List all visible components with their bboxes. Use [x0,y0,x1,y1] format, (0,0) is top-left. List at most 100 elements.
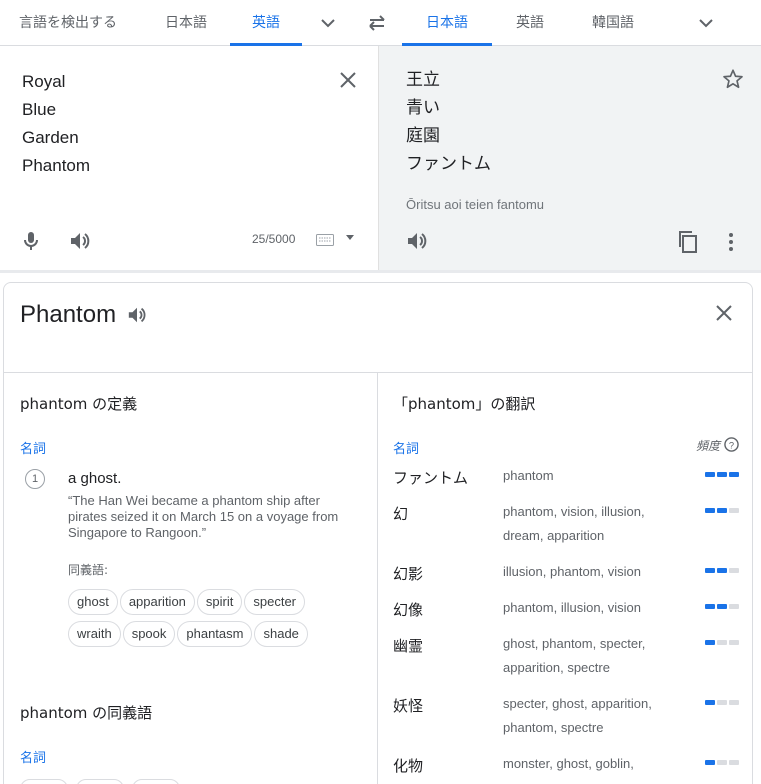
frequency-segment [729,640,739,645]
divider [0,270,761,273]
target-language-menu-icon[interactable] [696,13,716,33]
frequency-segment [729,604,739,609]
copy-icon[interactable] [677,230,699,254]
synonym-chip[interactable]: wraith [68,621,121,647]
synonyms-label: 同義語: [68,563,109,577]
translations-part-of-speech: 名詞 [393,442,420,457]
synonym-chip[interactable]: specter [244,589,306,615]
synonym-chip[interactable]: spook [122,621,176,647]
translation-line: 青い [406,98,440,118]
translation-synonyms: illusion, phantom, vision [503,564,642,579]
synonym-chip[interactable]: spirit [196,589,243,615]
romanization: Ōritsu aoi teien fantomu [406,197,545,212]
source-line: Garden [22,128,79,147]
translation-line: ファントム [406,154,491,174]
definition-number: 1 [25,469,45,489]
dictionary-card: Phantom phantom の定義 名詞 1 a ghost. “The H… [3,282,753,784]
translation-text: 王立 青い 庭園 ファントム [406,66,491,178]
swap-languages-icon[interactable] [366,12,388,34]
frequency-segment [717,760,727,765]
frequency-segment [717,700,727,705]
character-counter: 25/5000 [252,232,296,246]
frequency-segment [717,568,727,573]
source-language-menu-icon[interactable] [318,13,338,33]
svg-text:?: ? [729,440,734,450]
frequency-bar [705,472,741,477]
microphone-icon[interactable] [20,230,42,252]
language-bar: 言語を検出する 日本語 英語 日本語 英語 韓国語 [0,0,761,46]
frequency-segment [705,604,715,609]
frequency-segment [717,508,727,513]
translations-title: 「phantom」の翻訳 [393,395,536,413]
frequency-bar [705,568,741,573]
frequency-segment [729,760,739,765]
translation-word: 妖怪 [393,697,424,715]
synonym-chip[interactable]: ghost [68,589,118,615]
card-word: Phantom [20,301,117,328]
frequency-segment [705,472,715,477]
translation-area: 王立 青い 庭園 ファントム Ōritsu aoi teien fantomu [378,46,761,271]
frequency-bar [705,760,741,765]
part-of-speech: 名詞 [20,442,47,457]
frequency-bar [705,640,741,645]
source-line: Phantom [22,156,91,175]
tab-target-japanese[interactable]: 日本語 [402,0,492,46]
translation-word: 幻 [393,505,409,523]
tab-target-korean[interactable]: 韓国語 [592,0,634,46]
frequency-segment [705,700,715,705]
frequency-bar [705,508,741,513]
help-icon[interactable]: ? [724,437,739,452]
synonyms-part-of-speech: 名詞 [20,751,47,766]
frequency-segment [705,760,715,765]
star-icon[interactable] [722,68,744,90]
frequency-segment [729,472,739,477]
definition-text: a ghost. [68,470,122,487]
translation-line: 庭園 [406,126,440,146]
translation-line: 王立 [406,70,440,90]
synonym-chip[interactable]: apparition [119,589,195,615]
close-icon[interactable] [714,303,734,323]
tab-detect-language[interactable]: 言語を検出する [19,0,117,46]
frequency-segment [729,568,739,573]
translation-synonyms: monster, ghost, goblin, [503,756,634,771]
translation-word: 化物 [393,757,424,775]
frequency-segment [705,640,715,645]
translation-synonyms: phantom, vision, illusion, dream, appari… [503,504,645,543]
frequency-bar [705,700,741,705]
translation-word: ファントム [393,469,469,487]
frequency-segment [717,640,727,645]
translation-word: 幻影 [393,565,424,583]
translation-synonyms: specter, ghost, apparition, phantom, spe… [503,696,652,735]
source-text[interactable]: Royal Blue Garden Phantom [22,68,90,180]
frequency-segment [705,568,715,573]
source-line: Blue [22,100,57,119]
more-options-icon[interactable] [727,232,735,252]
tab-target-english[interactable]: 英語 [516,0,544,46]
synonyms-title: phantom の同義語 [20,704,153,722]
synonym-chip[interactable]: shade [254,621,308,647]
translation-synonyms: phantom [503,468,554,483]
frequency-bar [705,604,741,609]
clear-text-icon[interactable] [338,70,358,90]
definition-example: “The Han Wei became a phantom ship after… [68,493,339,540]
frequency-segment [717,604,727,609]
translation-synonyms: phantom, illusion, vision [503,600,642,615]
synonym-chip[interactable]: phantasm [177,621,253,647]
tab-source-english[interactable]: 英語 [230,0,302,46]
definitions-title: phantom の定義 [20,395,138,413]
translation-word: 幻像 [393,601,424,619]
translation-synonyms: ghost, phantom, specter, apparition, spe… [503,636,646,675]
word-speaker-icon[interactable] [126,305,148,325]
tab-source-japanese[interactable]: 日本語 [165,0,207,46]
translation-speaker-icon[interactable] [405,230,429,252]
source-text-area[interactable]: Royal Blue Garden Phantom 25/5000 [0,46,378,271]
frequency-segment [705,508,715,513]
column-divider [377,373,378,784]
keyboard-icon[interactable] [316,234,334,246]
frequency-segment [729,508,739,513]
frequency-label: 頻度 [696,439,721,453]
frequency-segment [729,700,739,705]
speaker-icon[interactable] [68,230,92,252]
input-tools-dropdown-icon[interactable] [345,234,355,242]
source-line: Royal [22,72,66,91]
